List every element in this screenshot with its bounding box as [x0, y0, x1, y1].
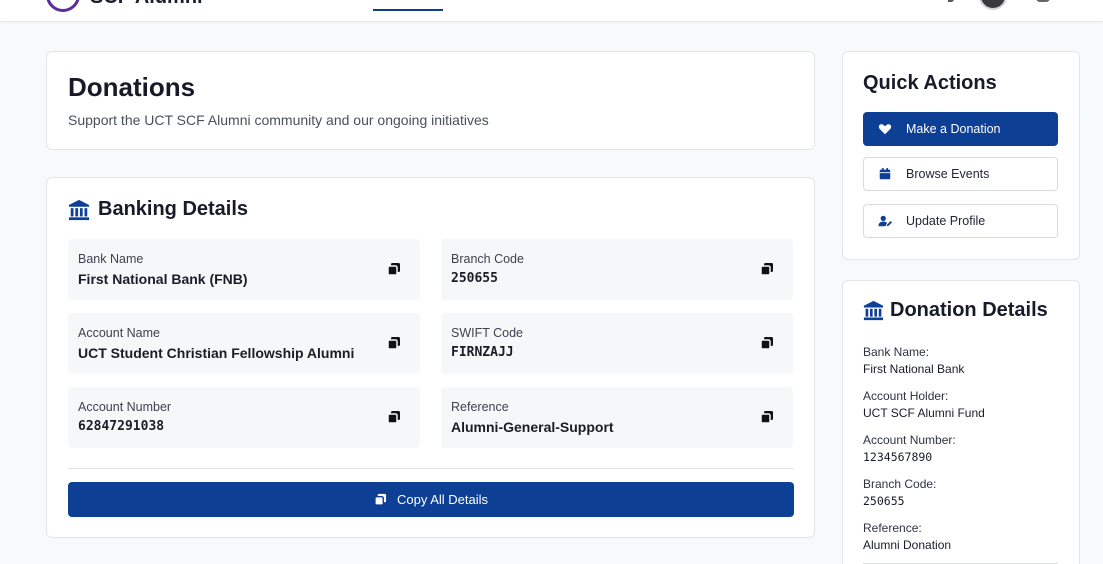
copy-icon[interactable]: [387, 410, 401, 424]
active-nav-indicator: [373, 9, 443, 11]
avatar[interactable]: [979, 0, 1007, 10]
bank-name-field: Bank Name First National Bank (FNB): [68, 239, 420, 300]
page-header-card: Donations Support the UCT SCF Alumni com…: [46, 51, 815, 150]
field-value: FIRNZAJJ: [451, 345, 514, 360]
donation-details-card: Donation Details Bank Name: First Nation…: [842, 280, 1080, 564]
button-label: Browse Events: [906, 167, 990, 181]
copy-icon[interactable]: [760, 410, 774, 424]
heart-icon: [878, 124, 892, 135]
dd-label: Bank Name:: [863, 345, 930, 359]
dd-value: First National Bank: [863, 362, 965, 376]
field-label: Bank Name: [78, 252, 144, 266]
user-edit-icon: [878, 215, 892, 227]
donation-details-title: Donation Details: [890, 299, 1048, 321]
field-label: Branch Code: [451, 252, 524, 266]
user-menu-toggle[interactable]: [1036, 0, 1050, 2]
copy-icon[interactable]: [760, 336, 774, 350]
dd-account-holder: Account Holder: UCT SCF Alumni Fund: [863, 389, 985, 420]
field-label: Account Number: [78, 400, 172, 414]
donation-details-heading: Donation Details: [863, 299, 1048, 322]
field-label: Reference: [451, 400, 509, 414]
account-name-field: Account Name UCT Student Christian Fello…: [68, 313, 420, 374]
page-title: Donations: [68, 72, 196, 102]
account-number-field: Account Number 62847291038: [68, 387, 420, 448]
bank-icon: [68, 199, 90, 220]
dd-value: UCT SCF Alumni Fund: [863, 406, 985, 420]
field-value: First National Bank (FNB): [78, 271, 248, 287]
logo[interactable]: [46, 0, 80, 12]
bank-icon: [863, 300, 884, 321]
field-value: Alumni-General-Support: [451, 419, 614, 435]
quick-actions-title: Quick Actions: [863, 72, 997, 94]
copy-icon[interactable]: [387, 262, 401, 276]
field-value: 250655: [451, 271, 498, 286]
dd-label: Account Holder:: [863, 389, 949, 403]
dd-account-number: Account Number: 1234567890: [863, 433, 956, 464]
banking-details-card: Banking Details Bank Name First National…: [46, 177, 815, 538]
divider: [68, 468, 794, 469]
copy-icon: [374, 493, 387, 506]
brand-name[interactable]: SCF Alumni: [90, 0, 203, 9]
browse-events-button[interactable]: Browse Events: [863, 157, 1058, 191]
copy-all-label: Copy All Details: [396, 492, 489, 507]
field-label: Account Name: [78, 326, 160, 340]
dd-label: Branch Code:: [863, 477, 937, 491]
dd-branch-code: Branch Code: 250655: [863, 477, 936, 508]
update-profile-button[interactable]: Update Profile: [863, 204, 1058, 238]
dd-value: 250655: [863, 494, 905, 508]
calendar-icon: [879, 167, 891, 180]
notification-icon[interactable]: [948, 0, 954, 2]
page-subtitle: Support the UCT SCF Alumni community and…: [68, 112, 489, 128]
field-label: SWIFT Code: [451, 326, 524, 340]
banking-details-title: Banking Details: [98, 198, 249, 220]
field-value: 62847291038: [78, 419, 165, 434]
dd-value: Alumni Donation: [863, 538, 952, 552]
branch-code-field: Branch Code 250655: [441, 239, 793, 300]
dd-label: Account Number:: [863, 433, 956, 447]
swift-code-field: SWIFT Code FIRNZAJJ: [441, 313, 793, 374]
dd-reference: Reference: Alumni Donation: [863, 521, 951, 552]
copy-icon[interactable]: [760, 262, 774, 276]
button-label: Make a Donation: [906, 122, 1001, 136]
copy-icon[interactable]: [387, 336, 401, 350]
dd-label: Reference:: [863, 521, 922, 535]
dd-bank-name: Bank Name: First National Bank: [863, 345, 964, 376]
dd-value: 1234567890: [863, 450, 933, 464]
button-label: Update Profile: [906, 214, 986, 228]
make-donation-button[interactable]: Make a Donation: [863, 112, 1058, 146]
top-navbar: SCF Alumni: [0, 0, 1103, 22]
reference-field: Reference Alumni-General-Support: [441, 387, 793, 448]
field-value: UCT Student Christian Fellowship Alumni: [78, 345, 355, 361]
banking-details-heading: Banking Details: [68, 198, 248, 221]
quick-actions-card: Quick Actions Make a Donation Browse Eve…: [842, 51, 1080, 260]
copy-all-details-button[interactable]: Copy All Details: [68, 482, 794, 517]
